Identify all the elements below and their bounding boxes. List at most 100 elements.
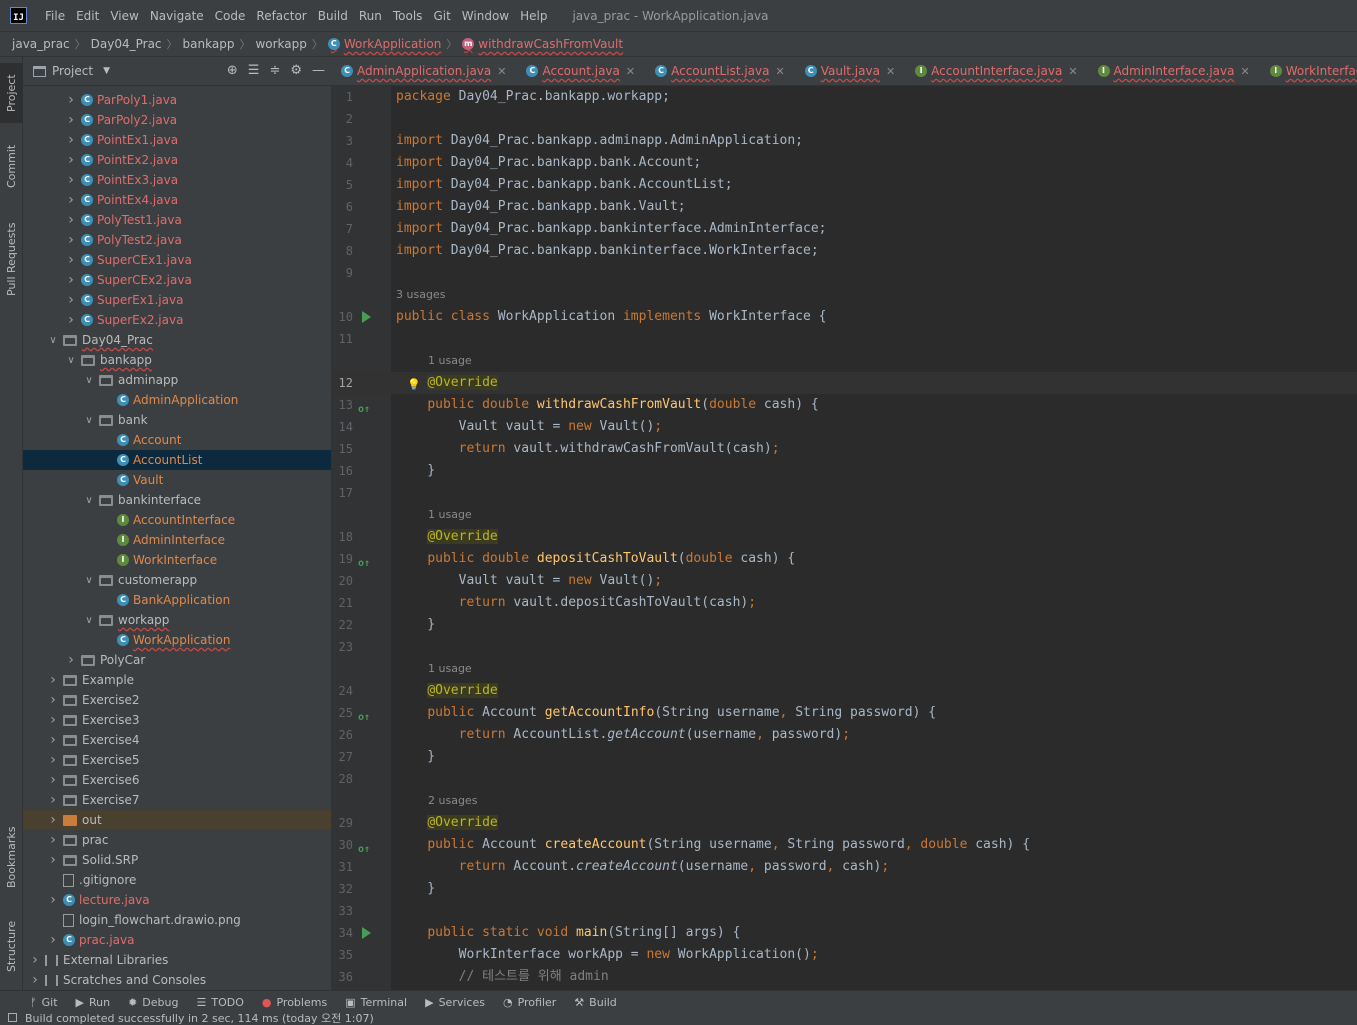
expand-all-icon[interactable]: ☰ — [248, 63, 260, 78]
chevron-right-icon[interactable]: › — [65, 212, 77, 228]
chevron-right-icon[interactable]: › — [47, 752, 59, 768]
menu-tools[interactable]: Tools — [393, 9, 423, 23]
chevron-right-icon[interactable]: › — [47, 812, 59, 828]
menu-file[interactable]: File — [45, 9, 65, 23]
tree-item[interactable]: C AccountList — [23, 450, 331, 470]
editor-tab[interactable]: C AccountList.java ✕ — [645, 57, 795, 85]
tree-item[interactable]: C Account — [23, 430, 331, 450]
usage-hint-label[interactable]: 2 usages — [428, 790, 477, 812]
tree-item[interactable]: › prac — [23, 830, 331, 850]
tab-commit[interactable]: Commit — [0, 135, 23, 197]
status-icon[interactable] — [8, 1013, 17, 1022]
breadcrumb-method[interactable]: m withdrawCashFromVault — [462, 37, 623, 51]
menu-refactor[interactable]: Refactor — [256, 9, 306, 23]
tree-item[interactable]: ∨ bankinterface — [23, 490, 331, 510]
run-icon[interactable] — [362, 311, 371, 323]
chevron-right-icon[interactable]: › — [65, 232, 77, 248]
tool-build[interactable]: ⚒ Build — [574, 996, 617, 1009]
chevron-right-icon[interactable]: › — [47, 732, 59, 748]
tree-item[interactable]: › Exercise3 — [23, 710, 331, 730]
chevron-right-icon[interactable]: › — [47, 932, 59, 948]
chevron-right-icon[interactable]: › — [65, 132, 77, 148]
chevron-right-icon[interactable]: › — [47, 712, 59, 728]
chevron-right-icon[interactable]: › — [65, 112, 77, 128]
chevron-down-icon[interactable]: ∨ — [83, 615, 95, 626]
tree-item[interactable]: › C PointEx2.java — [23, 150, 331, 170]
run-icon[interactable] — [362, 927, 371, 939]
gear-icon[interactable]: ⚙ — [290, 63, 302, 78]
hide-icon[interactable]: — — [312, 63, 325, 78]
chevron-right-icon[interactable]: › — [65, 652, 77, 668]
chevron-down-icon[interactable]: ∨ — [83, 375, 95, 386]
tree-item[interactable]: › C SuperCEx2.java — [23, 270, 331, 290]
chevron-down-icon[interactable]: ∨ — [83, 575, 95, 586]
chevron-right-icon[interactable]: › — [29, 952, 41, 968]
tree-item[interactable]: › External Libraries — [23, 950, 331, 970]
chevron-down-icon[interactable]: ▼ — [103, 66, 110, 76]
tree-item[interactable]: › C PolyTest1.java — [23, 210, 331, 230]
tab-bookmarks[interactable]: Bookmarks — [0, 815, 23, 900]
tree-item[interactable]: › C PointEx4.java — [23, 190, 331, 210]
tree-item[interactable]: › C PointEx1.java — [23, 130, 331, 150]
breadcrumb-workapp[interactable]: workapp — [255, 37, 306, 51]
tree-item[interactable]: C AdminApplication — [23, 390, 331, 410]
chevron-right-icon[interactable]: › — [47, 852, 59, 868]
menu-help[interactable]: Help — [520, 9, 547, 23]
chevron-right-icon[interactable]: › — [47, 792, 59, 808]
tree-item[interactable]: I AccountInterface — [23, 510, 331, 530]
chevron-down-icon[interactable]: ∨ — [83, 495, 95, 506]
editor-tab[interactable]: C Vault.java ✕ — [795, 57, 905, 85]
chevron-right-icon[interactable]: › — [65, 152, 77, 168]
tool-run[interactable]: ▶ Run — [76, 996, 111, 1009]
chevron-right-icon[interactable]: › — [65, 172, 77, 188]
tab-pull-requests[interactable]: Pull Requests — [0, 212, 23, 307]
code-editor[interactable]: 1 package Day04_Prac.bankapp.workapp; 2 3 im… — [331, 86, 1357, 990]
tree-item[interactable]: › C ParPoly2.java — [23, 110, 331, 130]
menu-build[interactable]: Build — [318, 9, 348, 23]
chevron-down-icon[interactable]: ∨ — [47, 335, 59, 346]
usage-hint-label[interactable]: 3 usages — [396, 284, 445, 306]
tree-item[interactable]: › Exercise7 — [23, 790, 331, 810]
tree-item[interactable]: I WorkInterface — [23, 550, 331, 570]
tree-item[interactable]: › Example — [23, 670, 331, 690]
tool-todo[interactable]: ☰ TODO — [196, 996, 243, 1009]
chevron-down-icon[interactable]: ∨ — [65, 355, 77, 366]
tool-git[interactable]: ᚠ Git — [30, 996, 58, 1009]
tree-item[interactable]: › C SuperEx2.java — [23, 310, 331, 330]
chevron-right-icon[interactable]: › — [65, 272, 77, 288]
menu-run[interactable]: Run — [359, 9, 382, 23]
tab-project[interactable]: Project — [0, 63, 23, 123]
tree-item[interactable]: ∨ bank — [23, 410, 331, 430]
intellij-logo-icon[interactable]: IJ — [10, 7, 27, 24]
tree-item[interactable]: ∨ customerapp — [23, 570, 331, 590]
tree-item[interactable]: C BankApplication — [23, 590, 331, 610]
tree-item[interactable]: › out — [23, 810, 331, 830]
tool-services[interactable]: ▶ Services — [425, 996, 485, 1009]
chevron-right-icon[interactable]: › — [65, 252, 77, 268]
tool-debug[interactable]: ✹ Debug — [128, 996, 178, 1009]
breadcrumb-bankapp[interactable]: bankapp — [183, 37, 235, 51]
chevron-right-icon[interactable]: › — [47, 892, 59, 908]
tree-item[interactable]: › Scratches and Consoles — [23, 970, 331, 990]
chevron-right-icon[interactable]: › — [47, 692, 59, 708]
close-icon[interactable]: ✕ — [886, 65, 895, 78]
usage-hint-label[interactable]: 1 usage — [428, 658, 472, 680]
tree-item[interactable]: › C PolyTest2.java — [23, 230, 331, 250]
breadcrumb-day04[interactable]: Day04_Prac — [91, 37, 162, 51]
close-icon[interactable]: ✕ — [776, 65, 785, 78]
editor-tab[interactable]: I AdminInterface.java ✕ — [1088, 57, 1260, 85]
tree-item[interactable]: › C PointEx3.java — [23, 170, 331, 190]
locate-file-icon[interactable]: ⊕ — [227, 63, 238, 78]
editor-tab[interactable]: C Account.java ✕ — [516, 57, 645, 85]
tree-item[interactable]: › Exercise4 — [23, 730, 331, 750]
chevron-right-icon[interactable]: › — [65, 292, 77, 308]
close-icon[interactable]: ✕ — [497, 65, 506, 78]
menu-window[interactable]: Window — [462, 9, 509, 23]
chevron-right-icon[interactable]: › — [65, 312, 77, 328]
chevron-right-icon[interactable]: › — [29, 972, 41, 988]
menu-edit[interactable]: Edit — [76, 9, 99, 23]
breadcrumb-class[interactable]: C WorkApplication — [327, 37, 441, 51]
menu-view[interactable]: View — [110, 9, 138, 23]
tree-item[interactable]: .gitignore — [23, 870, 331, 890]
tree-item[interactable]: › C SuperEx1.java — [23, 290, 331, 310]
